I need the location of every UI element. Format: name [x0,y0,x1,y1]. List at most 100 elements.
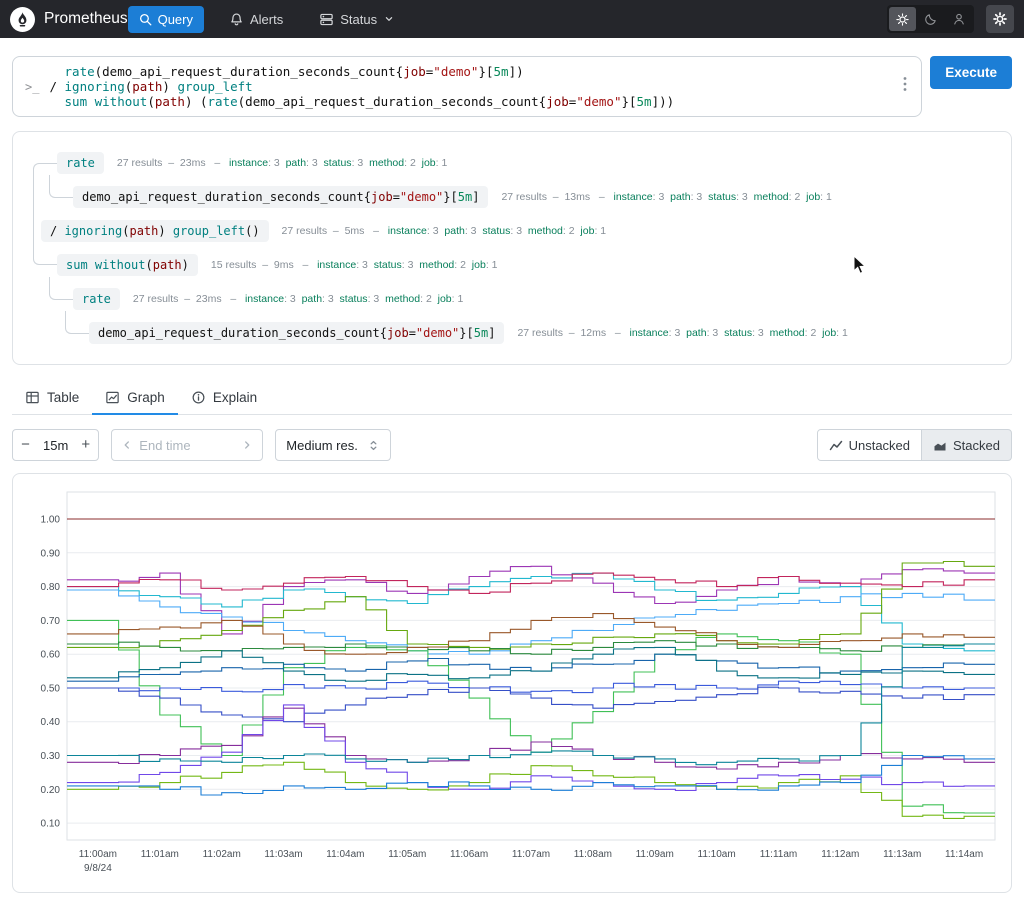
range-decrease-button[interactable]: − [13,430,38,460]
tree-node[interactable]: / ignoring(path) group_left() [41,220,269,242]
tab-explain-label: Explain [212,390,258,405]
info-icon [192,391,205,404]
svg-text:0.50: 0.50 [41,684,61,695]
theme-dark-button[interactable] [917,7,944,31]
theme-auto-button[interactable] [945,7,972,31]
theme-toggle [887,5,974,33]
graph-icon [106,391,120,404]
tree-node-stats: 27 results – 13ms – instance: 3 path: 3 … [501,191,838,203]
bell-icon [231,12,242,25]
range-increase-button[interactable]: + [73,430,98,460]
nav-item-status-label: Status [340,11,378,27]
main-content: >_ rate(demo_api_request_duration_second… [0,38,1024,893]
tab-explain[interactable]: Explain [178,381,270,415]
tree-node-stats: 27 results – 23ms – instance: 3 path: 3 … [116,157,454,169]
svg-text:0.70: 0.70 [41,616,61,627]
svg-text:11:06am: 11:06am [450,849,488,860]
table-icon [26,391,39,404]
navbar-right [887,5,1014,33]
svg-text:11:11am: 11:11am [760,849,797,860]
execute-button[interactable]: Execute [930,56,1012,89]
tab-graph[interactable]: Graph [92,381,178,415]
query-tree-panel: rate 27 results – 23ms – instance: 3 path… [12,131,1012,365]
svg-text:11:02am: 11:02am [203,849,241,860]
svg-text:11:09am: 11:09am [636,849,674,860]
range-value[interactable]: 15m [38,438,73,453]
tree-connector [65,311,89,334]
tree-connector [49,277,73,300]
resolution-select[interactable]: Medium res. [275,429,392,461]
svg-text:0.60: 0.60 [41,650,61,661]
tree-row: sum without(path) 15 results – 9ms – inst… [29,248,995,282]
svg-text:11:14am: 11:14am [945,849,983,860]
svg-text:11:03am: 11:03am [264,849,302,860]
chevron-down-icon [385,17,393,21]
brand-title: Prometheus [44,10,128,27]
svg-text:0.40: 0.40 [41,717,61,728]
tree-node[interactable]: rate [73,288,120,310]
settings-button[interactable] [986,5,1014,33]
tree-row: rate 27 results – 23ms – instance: 3 path… [29,146,995,180]
svg-text:11:13am: 11:13am [883,849,921,860]
chevron-right-icon[interactable] [240,438,254,452]
tab-table[interactable]: Table [12,381,92,415]
unstacked-button[interactable]: Unstacked [817,430,923,460]
svg-text:11:01am: 11:01am [141,849,179,860]
panel-tabs: Table Graph Explain [12,381,1012,415]
sun-icon [896,12,909,26]
tree-node[interactable]: sum without(path) [57,254,198,276]
svg-text:0.80: 0.80 [41,582,61,593]
query-row: >_ rate(demo_api_request_duration_second… [12,56,1012,117]
svg-text:11:12am: 11:12am [821,849,859,860]
kebab-icon [903,77,907,91]
svg-text:0.30: 0.30 [41,751,61,762]
tree-connector [49,175,73,198]
brand[interactable]: Prometheus [10,6,128,32]
tree-row: rate 27 results – 23ms – instance: 3 path… [29,282,995,316]
svg-text:11:08am: 11:08am [574,849,612,860]
tree-row: demo_api_request_duration_seconds_count{… [29,180,995,214]
query-editor[interactable]: >_ rate(demo_api_request_duration_second… [12,56,923,117]
promql-code[interactable]: rate(demo_api_request_duration_seconds_c… [49,64,891,109]
svg-text:11:07am: 11:07am [512,849,550,860]
selector-arrows-icon [370,440,377,450]
nav-item-status[interactable]: Status [308,6,406,33]
svg-text:11:04am: 11:04am [326,849,364,860]
editor-menu-button[interactable] [901,76,909,97]
unstacked-icon [829,440,842,451]
tree-row: / ignoring(path) group_left() 27 results … [29,214,995,248]
svg-text:1.00: 1.00 [41,515,61,526]
tree-row: demo_api_request_duration_seconds_count{… [29,316,995,350]
tree-node[interactable]: demo_api_request_duration_seconds_count{… [73,186,489,208]
navbar: Prometheus Query Alerts Status [0,0,1024,38]
gear-icon [993,12,1007,26]
svg-text:0.10: 0.10 [41,819,61,830]
tree-node-stats: 27 results – 5ms – instance: 3 path: 3 s… [281,225,612,237]
svg-text:0.20: 0.20 [41,785,61,796]
tab-table-label: Table [47,390,80,405]
tree-node-stats: 27 results – 12ms – instance: 3 path: 3 … [517,327,854,339]
tree-node[interactable]: rate [57,152,104,174]
theme-light-button[interactable] [889,7,916,31]
resolution-value: Medium res. [286,437,358,453]
graph-canvas[interactable]: 0.10 0.20 0.30 0.40 0.50 0.60 0.70 0.80 0.90 1.00… [21,482,1003,890]
terminal-prompt-icon: >_ [25,79,40,94]
prometheus-logo-icon [10,6,35,32]
graph-controls: − 15m + Medium res. [12,429,1012,461]
search-icon [139,13,152,25]
tree-rows: rate 27 results – 23ms – instance: 3 path… [29,146,995,350]
nav-item-query[interactable]: Query [127,5,204,33]
svg-text:11:10am: 11:10am [698,849,736,860]
nav-item-alerts-label: Alerts [249,11,284,27]
unstacked-label: Unstacked [848,437,911,453]
chevron-left-icon[interactable] [120,438,134,452]
endtime-input[interactable] [137,436,238,454]
nav-item-alerts[interactable]: Alerts [218,6,294,33]
moon-icon [924,14,936,25]
tree-node[interactable]: demo_api_request_duration_seconds_count{… [89,322,505,344]
range-selector: − 15m + [12,429,100,461]
graph-panel: 0.10 0.20 0.30 0.40 0.50 0.60 0.70 0.80 0.90 1.00… [12,473,1012,893]
stacked-label: Stacked [953,437,1000,453]
stacked-button[interactable]: Stacked [922,430,1011,460]
flame-icon [18,11,27,27]
